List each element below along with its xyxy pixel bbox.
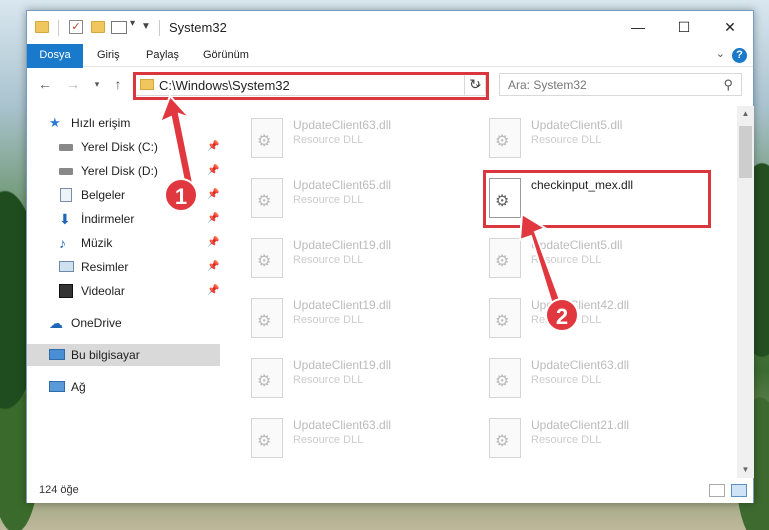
annotation-arrows [158,94,562,306]
arrow-to-address-bar [158,94,196,193]
callout-1: 1 [164,178,198,212]
arrow-to-file [518,212,562,306]
callout-2: 2 [545,298,579,332]
